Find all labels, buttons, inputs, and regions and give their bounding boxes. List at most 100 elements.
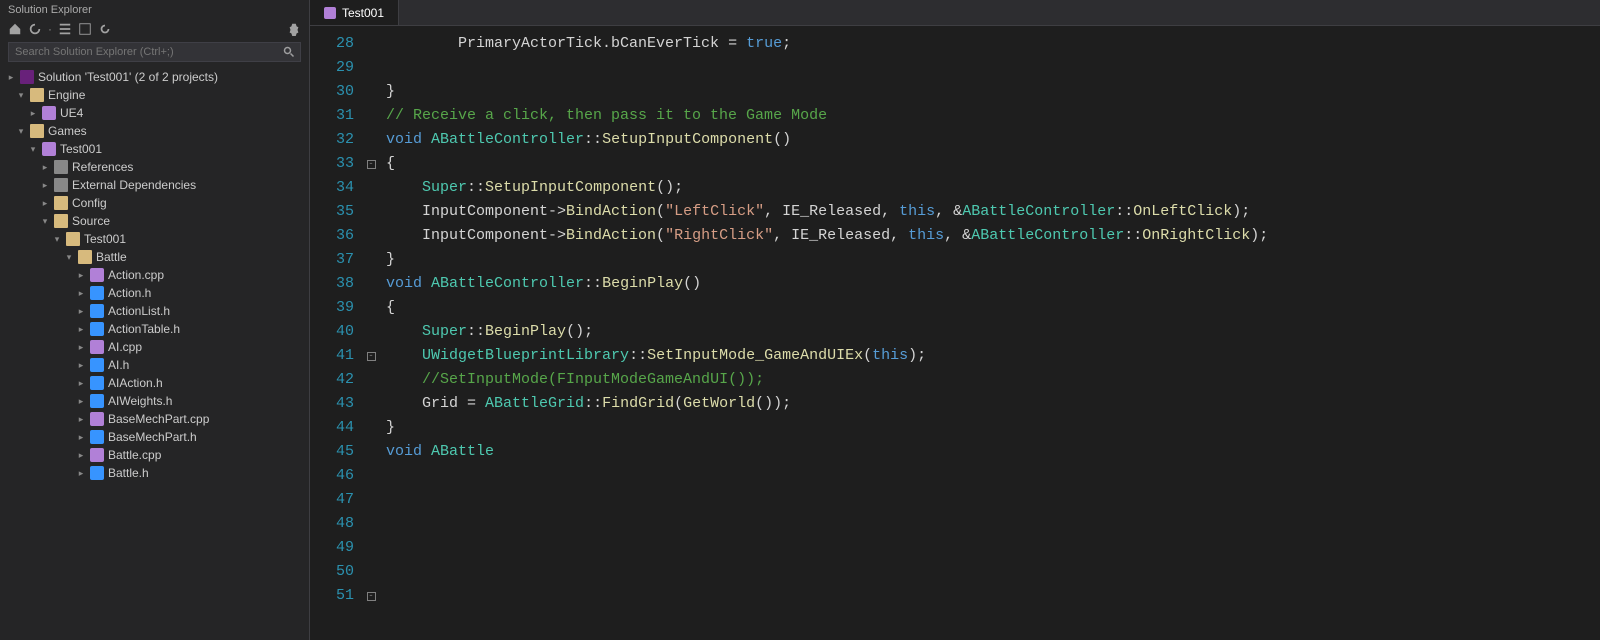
file-label: AI.cpp [108,339,142,355]
fold-cell [364,248,378,272]
code-line[interactable]: Grid = ABattleGrid::FindGrid(GetWorld())… [386,392,1600,416]
line-number: 33 [310,152,354,176]
tree-file[interactable]: ▸AIAction.h [4,374,309,392]
show-all-icon[interactable] [78,22,92,36]
toolbar-separator: · [48,22,52,36]
tree-label: Config [72,195,107,211]
code-line[interactable]: //SetInputMode(FInputModeGameAndUI()); [386,368,1600,392]
refresh-icon[interactable] [98,22,112,36]
tree-label: Engine [48,87,85,103]
tree-file[interactable]: ▸BaseMechPart.cpp [4,410,309,428]
line-number: 38 [310,272,354,296]
code-line[interactable]: InputComponent->BindAction("RightClick",… [386,224,1600,248]
tree-file[interactable]: ▸Battle.cpp [4,446,309,464]
code-line[interactable] [386,56,1600,80]
tree-file[interactable]: ▸AI.h [4,356,309,374]
fold-cell [364,224,378,248]
tree-file[interactable]: ▸Action.cpp [4,266,309,284]
fold-toggle-icon[interactable]: - [367,592,376,601]
file-label: BaseMechPart.h [108,429,197,445]
code-line[interactable]: // Receive a click, then pass it to the … [386,104,1600,128]
code-line[interactable]: } [386,80,1600,104]
file-icon [90,322,104,336]
solution-search-input[interactable] [8,42,301,62]
tree-file[interactable]: ▸ActionTable.h [4,320,309,338]
code-line[interactable]: { [386,152,1600,176]
file-label: Battle.h [108,465,149,481]
tree-file[interactable]: ▸AIWeights.h [4,392,309,410]
fold-cell [364,128,378,152]
tree-file[interactable]: ▸AI.cpp [4,338,309,356]
code-line[interactable]: void ABattle [386,440,1600,464]
code-line[interactable]: UWidgetBlueprintLibrary::SetInputMode_Ga… [386,344,1600,368]
tree-file[interactable]: ▸Battle.h [4,464,309,482]
folder-icon [54,214,68,228]
home-icon[interactable] [8,22,22,36]
fold-cell [364,296,378,320]
code-line[interactable]: { [386,296,1600,320]
line-number: 29 [310,56,354,80]
tree-external-deps[interactable]: ▸External Dependencies [4,176,309,194]
folder-icon [30,124,44,138]
line-number: 43 [310,392,354,416]
properties-icon[interactable] [287,22,301,36]
file-icon [90,304,104,318]
code-line[interactable]: InputComponent->BindAction("LeftClick", … [386,200,1600,224]
file-icon [90,394,104,408]
line-number: 47 [310,488,354,512]
code-line[interactable]: } [386,416,1600,440]
tree-folder-config[interactable]: ▸Config [4,194,309,212]
line-number: 40 [310,320,354,344]
line-number: 44 [310,416,354,440]
line-number: 36 [310,224,354,248]
fold-toggle-icon[interactable]: - [367,352,376,361]
fold-cell [364,200,378,224]
tree-folder-games[interactable]: ▾Games [4,122,309,140]
code-area[interactable]: 2829303132333435363738394041424344454647… [310,26,1600,640]
fold-cell [364,80,378,104]
file-icon [90,376,104,390]
fold-cell [364,536,378,560]
code-line[interactable]: void ABattleController::BeginPlay() [386,272,1600,296]
tree-references[interactable]: ▸References [4,158,309,176]
tree-folder-test001-src[interactable]: ▾Test001 [4,230,309,248]
file-icon [90,412,104,426]
fold-cell [364,488,378,512]
file-icon [90,286,104,300]
editor-tab-active[interactable]: Test001 [310,0,399,25]
fold-cell [364,104,378,128]
solution-search-row [0,40,309,66]
code-line[interactable]: } [386,248,1600,272]
project-icon [42,106,56,120]
tree-file[interactable]: ▸BaseMechPart.h [4,428,309,446]
tree-file[interactable]: ▸Action.h [4,284,309,302]
fold-toggle-icon[interactable]: - [367,160,376,169]
tree-folder-source[interactable]: ▾Source [4,212,309,230]
line-number: 34 [310,176,354,200]
tree-project-ue4[interactable]: ▸UE4 [4,104,309,122]
tree-project-test001[interactable]: ▾Test001 [4,140,309,158]
code-line[interactable]: PrimaryActorTick.bCanEverTick = true; [386,32,1600,56]
code-content[interactable]: PrimaryActorTick.bCanEverTick = true; }/… [378,26,1600,640]
tree-folder-battle[interactable]: ▾Battle [4,248,309,266]
tree-file[interactable]: ▸ActionList.h [4,302,309,320]
solution-tree: ▸Solution 'Test001' (2 of 2 projects) ▾E… [0,66,309,640]
file-label: AI.h [108,357,129,373]
line-number: 46 [310,464,354,488]
references-icon [54,160,68,174]
tree-folder-engine[interactable]: ▾Engine [4,86,309,104]
fold-cell [364,272,378,296]
code-line[interactable]: Super::SetupInputComponent(); [386,176,1600,200]
file-icon [90,268,104,282]
code-line[interactable]: void ABattleController::SetupInputCompon… [386,128,1600,152]
tree-label: Battle [96,249,127,265]
tree-label: Games [48,123,87,139]
sync-icon[interactable] [28,22,42,36]
search-icon[interactable] [283,46,295,61]
collapse-icon[interactable] [58,22,72,36]
solution-node[interactable]: ▸Solution 'Test001' (2 of 2 projects) [4,68,309,86]
line-number: 32 [310,128,354,152]
file-icon [90,340,104,354]
code-line[interactable]: Super::BeginPlay(); [386,320,1600,344]
fold-column: - - - [364,26,378,640]
